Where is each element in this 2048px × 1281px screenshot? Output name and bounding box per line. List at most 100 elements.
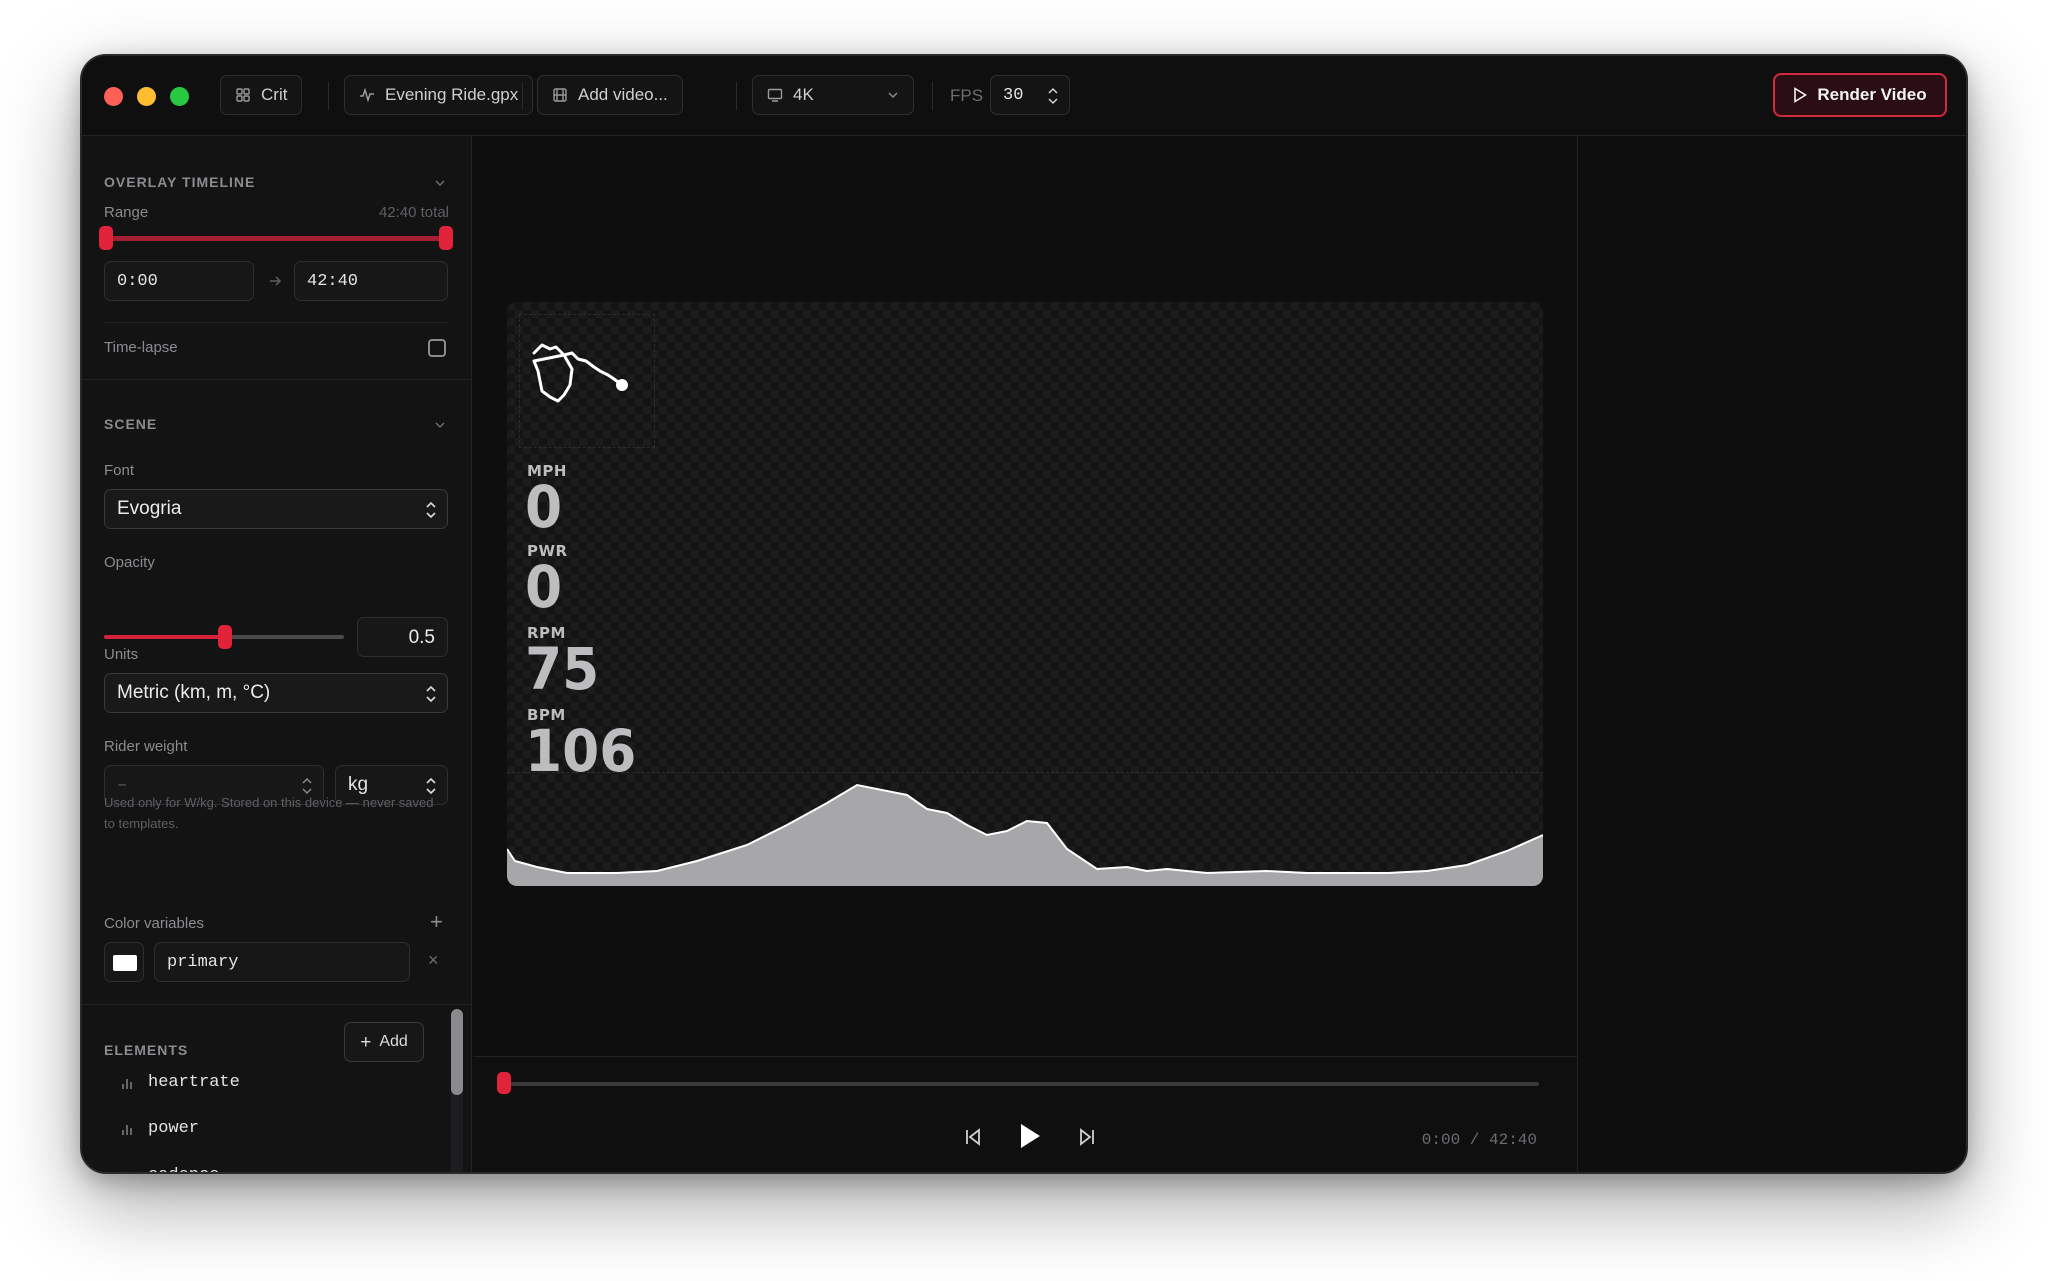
fps-stepper[interactable]: 30 <box>990 75 1070 115</box>
playback-time: 0:00 / 42:40 <box>1421 1131 1537 1149</box>
gpx-file-label: Evening Ride.gpx <box>385 85 519 104</box>
monitor-icon <box>767 88 783 102</box>
units-value: Metric (km, m, °C) <box>117 682 271 703</box>
divider <box>82 1004 472 1005</box>
play-icon <box>1794 87 1808 103</box>
add-element-label: Add <box>379 1033 408 1050</box>
range-total: 42:40 total <box>378 204 449 221</box>
range-label: Range <box>104 204 149 221</box>
range-start-handle[interactable] <box>99 226 113 250</box>
add-video-label: Add video... <box>578 85 668 104</box>
render-video-label: Render Video <box>1817 85 1927 104</box>
element-item-label: cadence <box>148 1166 219 1172</box>
route-map-icon <box>532 343 628 403</box>
divider <box>82 379 472 380</box>
skip-back-icon[interactable] <box>964 1127 982 1147</box>
opacity-input[interactable]: 0.5 <box>357 617 448 657</box>
inspector-panel <box>1577 136 1966 1172</box>
plus-icon: + <box>360 1031 372 1053</box>
font-label: Font <box>104 462 135 479</box>
color-variable-name-input[interactable]: primary <box>154 942 410 982</box>
chevron-down-icon[interactable] <box>433 418 447 432</box>
bar-chart-icon <box>126 1171 128 1172</box>
range-start-value: 0:00 <box>117 271 158 291</box>
bar-chart-icon <box>122 1124 132 1135</box>
gpx-file-button[interactable]: Evening Ride.gpx <box>344 75 534 115</box>
elevation-profile[interactable] <box>507 772 1543 886</box>
scene-heading: SCENE <box>104 416 158 432</box>
opacity-slider-handle[interactable] <box>218 625 232 649</box>
add-color-variable-button[interactable]: + <box>430 911 443 933</box>
metric-value-pwr: 0 <box>525 553 563 621</box>
toolbar: Crit Evening Ride.gpx Add video... 4K FP… <box>82 56 1966 136</box>
activity-icon <box>360 87 374 103</box>
updown-icon <box>426 501 436 519</box>
element-item-power[interactable]: power <box>120 1119 199 1138</box>
scrollbar-thumb[interactable] <box>451 1009 463 1095</box>
updown-icon <box>426 685 436 703</box>
color-swatch[interactable] <box>104 942 144 982</box>
metric-value-rpm: 75 <box>525 635 600 703</box>
remove-color-variable-button[interactable]: × <box>428 950 439 971</box>
font-value: Evogria <box>117 498 182 519</box>
sidebar: OVERLAY TIMELINE Range 42:40 total 0:00 … <box>82 136 472 1172</box>
scrubber-track[interactable] <box>505 1082 1539 1086</box>
fps-value: 30 <box>1003 85 1024 105</box>
toolbar-divider <box>328 82 329 110</box>
element-item-cadence[interactable]: cadence <box>120 1166 219 1172</box>
app-window: Crit Evening Ride.gpx Add video... 4K FP… <box>80 54 1968 1174</box>
toolbar-divider <box>736 82 737 110</box>
element-item-label: heartrate <box>148 1073 240 1092</box>
timelapse-label: Time-lapse <box>104 339 178 356</box>
timelapse-checkbox[interactable] <box>428 339 446 357</box>
metric-value-mph: 0 <box>525 473 563 541</box>
render-video-button[interactable]: Render Video <box>1773 73 1947 117</box>
opacity-slider-fill <box>104 635 224 639</box>
divider <box>104 322 448 323</box>
overlay-timeline-heading: OVERLAY TIMELINE <box>104 174 256 190</box>
close-window-button[interactable] <box>104 87 123 106</box>
bar-chart-icon <box>122 1078 132 1089</box>
maximize-window-button[interactable] <box>170 87 189 106</box>
resolution-value: 4K <box>793 85 814 104</box>
resolution-select[interactable]: 4K <box>752 75 914 115</box>
color-variable-name: primary <box>167 952 239 972</box>
range-end-handle[interactable] <box>439 226 453 250</box>
arrow-right-icon <box>270 276 282 286</box>
chevron-down-icon <box>888 92 898 99</box>
route-map[interactable] <box>519 314 655 448</box>
range-slider-track[interactable] <box>106 236 444 241</box>
project-button[interactable]: Crit <box>220 75 303 115</box>
range-end-input[interactable]: 42:40 <box>294 261 448 301</box>
scrubber-handle[interactable] <box>497 1072 511 1094</box>
toolbar-divider <box>932 82 933 110</box>
toolbar-divider <box>522 82 523 110</box>
color-variables-label: Color variables <box>104 915 205 932</box>
window-controls <box>104 87 189 106</box>
play-icon[interactable] <box>1019 1123 1041 1149</box>
updown-icon <box>1048 87 1058 105</box>
playback-bar: 0:00 / 42:40 <box>473 1056 1577 1172</box>
fps-label: FPS <box>950 86 984 105</box>
skip-forward-icon[interactable] <box>1078 1127 1096 1147</box>
preview-area: MPH 0 PWR 0 RPM 75 BPM 106 <box>473 136 1577 1056</box>
units-select[interactable]: Metric (km, m, °C) <box>104 673 448 713</box>
elements-heading: ELEMENTS <box>104 1042 189 1058</box>
add-video-button[interactable]: Add video... <box>537 75 683 115</box>
add-element-button[interactable]: + Add <box>344 1022 424 1062</box>
units-label: Units <box>104 646 139 663</box>
chevron-down-icon[interactable] <box>433 176 447 190</box>
elevation-profile-shape <box>507 783 1543 886</box>
rider-weight-note: Used only for W/kg. Stored on this devic… <box>104 795 434 831</box>
minimize-window-button[interactable] <box>137 87 156 106</box>
element-item-label: power <box>148 1119 200 1138</box>
range-end-value: 42:40 <box>307 271 359 291</box>
project-label: Crit <box>261 85 288 104</box>
font-select[interactable]: Evogria <box>104 489 448 529</box>
element-item-heartrate[interactable]: heartrate <box>120 1073 240 1092</box>
overlay-canvas[interactable]: MPH 0 PWR 0 RPM 75 BPM 106 <box>507 302 1543 886</box>
rider-weight-label: Rider weight <box>104 738 188 755</box>
opacity-label: Opacity <box>104 554 155 571</box>
range-start-input[interactable]: 0:00 <box>104 261 254 301</box>
opacity-value: 0.5 <box>408 627 435 648</box>
